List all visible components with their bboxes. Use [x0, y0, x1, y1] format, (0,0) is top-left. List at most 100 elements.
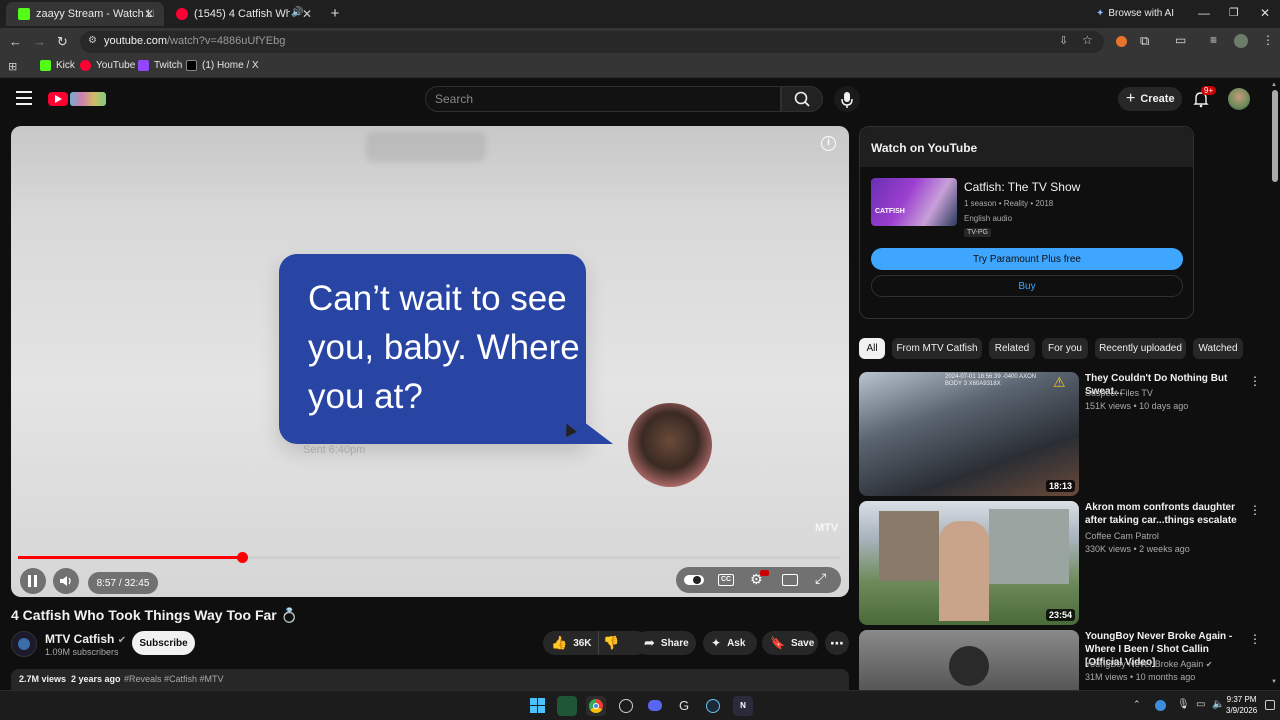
video-player[interactable]: i Can’t wait to see you, baby. Where you…	[11, 126, 849, 597]
scroll-up-arrow-icon[interactable]: ▲	[1271, 82, 1277, 88]
chip-all[interactable]: All	[859, 338, 885, 359]
apps-grid-icon[interactable]: ⊞	[8, 60, 17, 73]
autoplay-toggle[interactable]	[684, 575, 704, 585]
network-icon[interactable]: ▭	[1196, 699, 1205, 710]
more-vert-icon[interactable]: ⋮	[1249, 374, 1261, 388]
chip-watched[interactable]: Watched	[1193, 338, 1243, 359]
browser-menu-icon[interactable]: ⋮	[1262, 33, 1274, 47]
browser-tab-kick[interactable]: zaayy Stream - Watch Live on K ✕	[6, 2, 164, 26]
app-n-icon[interactable]: N	[733, 696, 753, 716]
video-title[interactable]: Akron mom confronts daughter after takin…	[1085, 501, 1245, 527]
windows-start-icon[interactable]	[528, 696, 548, 716]
obs-icon[interactable]	[616, 696, 636, 716]
recommended-video[interactable]: 23:54 Akron mom confronts daughter after…	[859, 501, 1261, 625]
notifications-button[interactable]: 9+	[1192, 86, 1217, 108]
excel-icon[interactable]	[557, 696, 577, 716]
reload-icon[interactable]: ↻	[57, 34, 68, 50]
discord-icon[interactable]	[645, 696, 665, 716]
tray-chevron-icon[interactable]: ⌃	[1133, 699, 1141, 710]
bookmark-twitch[interactable]: Twitch	[138, 60, 182, 71]
chip-related[interactable]: Related	[989, 338, 1035, 359]
close-window-icon[interactable]: ✕	[1260, 6, 1270, 20]
chip-recently-uploaded[interactable]: Recently uploaded	[1095, 338, 1186, 359]
volume-button[interactable]	[53, 568, 79, 594]
steam-icon[interactable]	[703, 696, 723, 716]
video-channel[interactable]: Coffee Cam Patrol	[1085, 531, 1159, 541]
browse-with-ai-button[interactable]: ✦ Browse with AI	[1096, 8, 1174, 19]
info-icon[interactable]: i	[821, 136, 836, 151]
hashtags[interactable]: #Reveals #Catfish #MTV	[124, 674, 224, 684]
notification-badge: 9+	[1201, 86, 1217, 95]
chrome-icon[interactable]	[586, 696, 606, 716]
url-text[interactable]: youtube.com/watch?v=4886uUfYEbg	[104, 35, 285, 47]
cast-icon[interactable]: ▭	[1175, 33, 1186, 47]
system-clock[interactable]: 9:37 PM 3/9/2026	[1226, 694, 1257, 716]
bookmark-youtube[interactable]: YouTube	[80, 60, 135, 71]
scrollbar-thumb[interactable]	[1272, 90, 1278, 182]
address-bar[interactable]: ⚙ youtube.com/watch?v=4886uUfYEbg ⇩ ☆	[80, 31, 1104, 53]
hamburger-menu-icon[interactable]	[16, 91, 32, 105]
extension-brave-icon[interactable]	[1116, 36, 1127, 47]
forward-arrow-icon[interactable]: →	[33, 34, 46, 49]
youtube-logo[interactable]	[48, 91, 108, 107]
tray-app-icon[interactable]	[1155, 700, 1166, 711]
reading-list-icon[interactable]: ≡	[1210, 33, 1217, 47]
video-thumbnail[interactable]	[859, 630, 1079, 690]
back-arrow-icon[interactable]: ←	[9, 34, 22, 49]
video-thumbnail[interactable]: 23:54	[859, 501, 1079, 625]
bookmark-kick[interactable]: Kick	[40, 60, 75, 71]
progress-bar[interactable]	[18, 552, 840, 563]
ask-button[interactable]: ✦ Ask	[703, 631, 757, 655]
account-avatar[interactable]	[1228, 88, 1250, 110]
restore-window-icon[interactable]: ❐	[1229, 6, 1239, 19]
more-vert-icon[interactable]: ⋮	[1249, 632, 1259, 646]
show-title[interactable]: Catfish: The TV Show	[964, 180, 1080, 194]
browser-tab-youtube[interactable]: (1545) 4 Catfish Who Took 🔊 ✕	[164, 2, 322, 26]
speaker-icon[interactable]: 🔈	[1212, 699, 1224, 710]
share-button[interactable]: ➦ Share	[636, 631, 696, 655]
more-actions-button[interactable]: ⋯	[825, 631, 849, 655]
recommended-video[interactable]: YoungBoy Never Broke Again - Where I Bee…	[859, 630, 1259, 690]
show-thumbnail[interactable]: CATFISH	[871, 178, 957, 226]
search-button[interactable]	[781, 86, 823, 112]
new-tab-button[interactable]: +	[326, 5, 344, 23]
channel-avatar[interactable]	[11, 631, 37, 657]
dislike-button[interactable]: 👎	[603, 635, 619, 651]
channel-name[interactable]: MTV Catfish ✔	[45, 632, 126, 646]
chip-for-you[interactable]: For you	[1042, 338, 1088, 359]
app-g-icon[interactable]: G	[674, 696, 694, 716]
like-button[interactable]: 👍 36K	[543, 631, 599, 655]
video-thumbnail[interactable]: 2024-07-01 18:56:39 -0400 AXON BODY 3 X6…	[859, 372, 1079, 496]
try-paramount-button[interactable]: Try Paramount Plus free	[871, 248, 1183, 270]
theater-mode-icon[interactable]	[782, 574, 798, 586]
extensions-puzzle-icon[interactable]: ⧉	[1140, 33, 1149, 49]
play-pause-button[interactable]	[20, 568, 46, 594]
save-button[interactable]: 🔖 Save	[762, 631, 818, 655]
page-scrollbar[interactable]: ▲ ▼	[1270, 82, 1280, 688]
notification-center-icon[interactable]	[1265, 700, 1275, 710]
progress-scrubber[interactable]	[237, 552, 249, 563]
site-info-icon[interactable]: ⚙	[88, 35, 97, 46]
bookmark-x[interactable]: (1) Home / X	[186, 60, 259, 71]
voice-search-button[interactable]	[834, 86, 860, 112]
bookmark-star-icon[interactable]: ☆	[1082, 33, 1093, 47]
close-tab-icon[interactable]: ✕	[302, 7, 312, 21]
buy-button[interactable]: Buy	[871, 275, 1183, 297]
fullscreen-icon[interactable]: ⤢	[815, 570, 826, 587]
subscribe-button[interactable]: Subscribe	[132, 631, 195, 655]
install-app-icon[interactable]: ⇩	[1059, 34, 1068, 47]
tray-mic-icon[interactable]: 🎙	[1177, 699, 1190, 710]
create-button[interactable]: + Create	[1118, 87, 1182, 111]
profile-avatar-icon[interactable]	[1234, 34, 1248, 48]
scroll-down-arrow-icon[interactable]: ▼	[1271, 679, 1277, 685]
chip-from-mtv-catfish[interactable]: From MTV Catfish	[892, 338, 982, 359]
closed-captions-icon[interactable]: CC	[718, 574, 734, 586]
video-channel[interactable]: YoungBoy Never Broke Again ✔	[1085, 659, 1212, 669]
minimize-window-icon[interactable]: —	[1198, 6, 1210, 20]
x-logo-icon	[186, 60, 197, 71]
more-vert-icon[interactable]: ⋮	[1249, 503, 1261, 517]
search-input[interactable]	[425, 86, 781, 112]
recommended-video[interactable]: 2024-07-01 18:56:39 -0400 AXON BODY 3 X6…	[859, 372, 1261, 496]
close-tab-icon[interactable]: ✕	[144, 7, 154, 21]
video-channel[interactable]: Suspect Files TV	[1085, 388, 1153, 398]
